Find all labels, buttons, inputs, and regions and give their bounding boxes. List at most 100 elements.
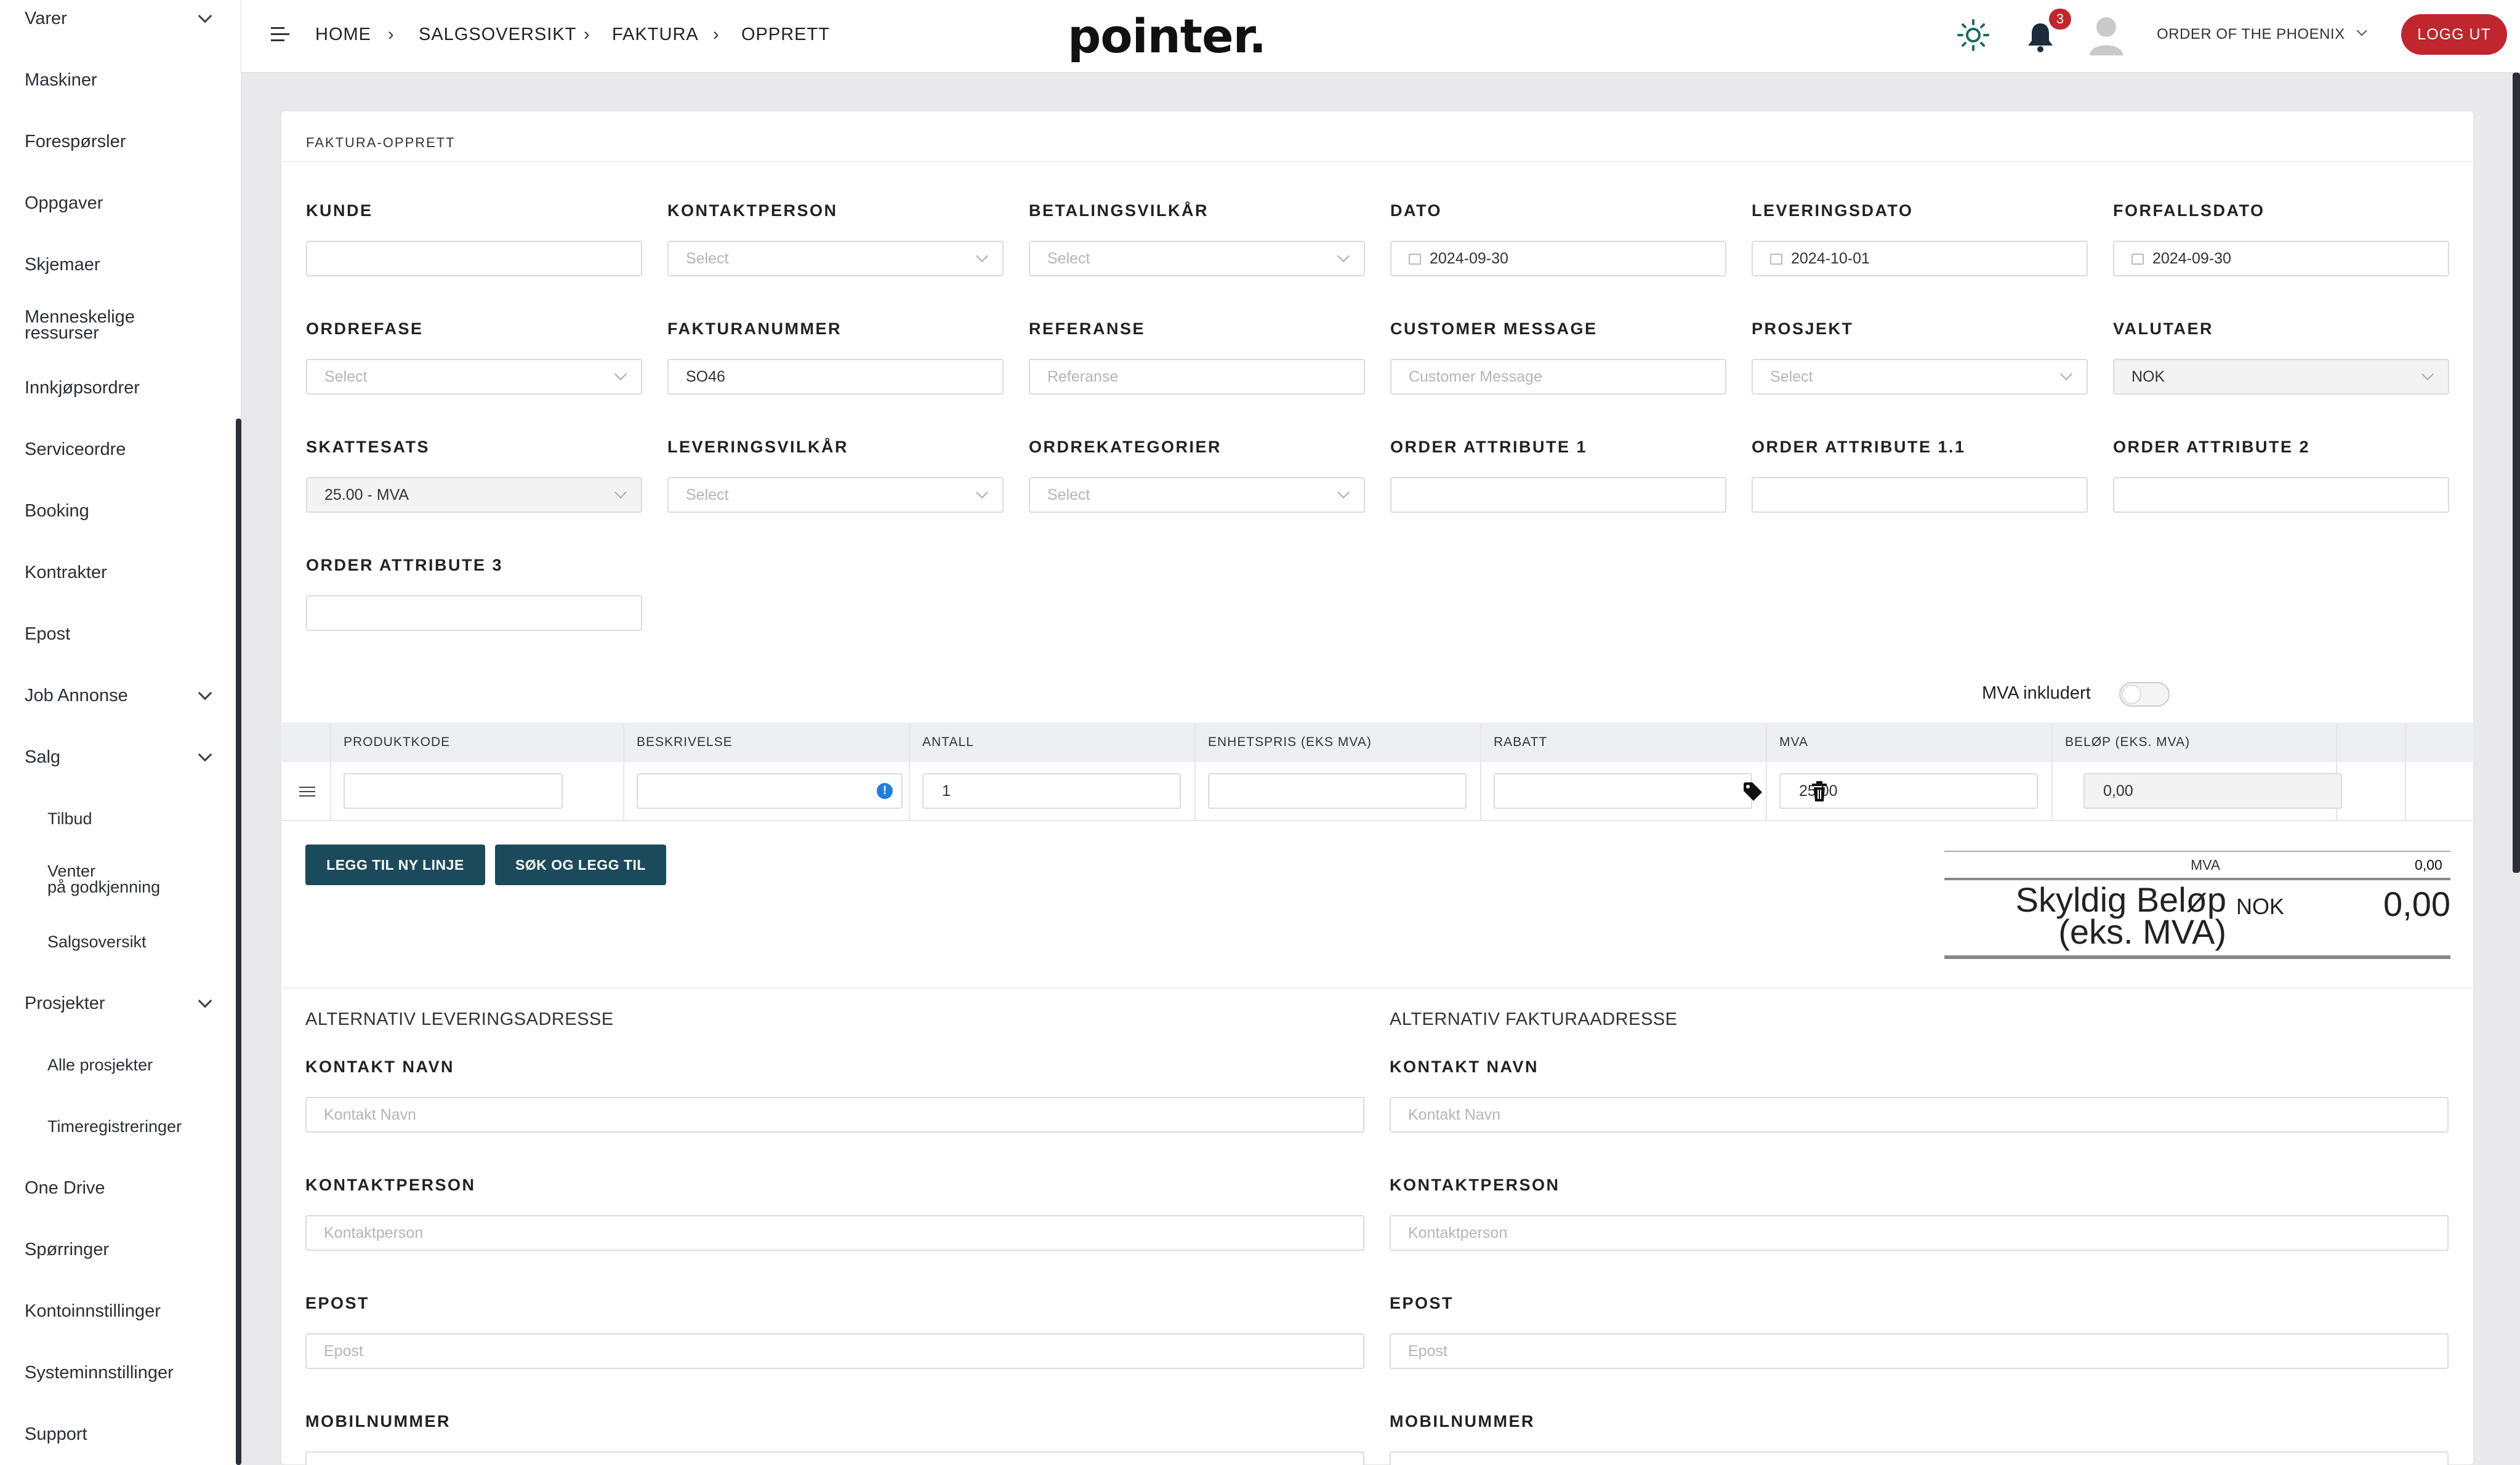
delivery-epost-field[interactable]: Epost	[305, 1333, 1364, 1369]
trash-icon[interactable]	[1811, 781, 1828, 803]
sidebar-item-innkjopsordrer[interactable]: Innkjøpsordrer	[25, 379, 210, 397]
beskrivelse-input[interactable]: !	[637, 773, 903, 809]
page-scrollbar[interactable]	[2513, 73, 2520, 873]
rabatt-input[interactable]	[1494, 773, 1752, 809]
sidebar-item-prosjekter[interactable]: Prosjekter	[25, 993, 212, 1013]
delivery-address-title: ALTERNATIV LEVERINGSADRESSE	[305, 1009, 614, 1029]
sidebar-item-one-drive[interactable]: One Drive	[25, 1179, 210, 1197]
sidebar-item-label: Spørringer	[25, 1240, 109, 1259]
add-line-button[interactable]: LEGG TIL NY LINJE	[305, 845, 485, 885]
due-amount-value: 0,00	[2383, 885, 2450, 923]
invoice-mobilnummer-field[interactable]	[1390, 1451, 2449, 1465]
theme-sun-icon[interactable]	[1957, 18, 1990, 52]
avatar[interactable]	[2087, 14, 2125, 57]
breadcrumb-separator: ›	[713, 25, 719, 44]
sidebar-item-label: Salgsoversikt	[47, 933, 147, 951]
notification-bell-icon[interactable]	[2026, 21, 2055, 53]
sidebar-item-label: One Drive	[25, 1178, 105, 1198]
sidebar-item-oppgaver[interactable]: Oppgaver	[25, 195, 210, 212]
sidebar-item-label: Systeminnstillinger	[25, 1363, 174, 1383]
due-label-line2: (eks. MVA)	[2058, 912, 2226, 951]
sidebar-item-timeregistreringer[interactable]: Timeregistreringer	[47, 1118, 210, 1135]
sidebar-item-sporringer[interactable]: Spørringer	[25, 1240, 210, 1259]
logo: pointer.	[1068, 9, 1266, 63]
sidebar-item-label: Support	[25, 1424, 87, 1444]
breadcrumb-separator: ›	[584, 25, 590, 44]
sidebar-item-foresporsler[interactable]: Forespørsler	[25, 132, 210, 151]
sidebar-item-salg[interactable]: Salg	[25, 747, 212, 767]
sidebar-item-serviceordre[interactable]: Serviceordre	[25, 441, 210, 459]
sidebar-scrollbar[interactable]	[236, 419, 241, 1465]
belop-input: 0,00	[2083, 773, 2342, 809]
sidebar-item-label: Maskiner	[25, 70, 97, 90]
delivery-kontaktperson-label: KONTAKTPERSON	[305, 1176, 476, 1194]
sidebar-item-salgsoversikt[interactable]: Salgsoversikt	[47, 933, 210, 950]
sidebar-item-skjemaer[interactable]: Skjemaer	[25, 255, 210, 275]
sidebar-item-label: ressurser	[25, 323, 99, 343]
breadcrumb-home[interactable]: HOME	[315, 25, 371, 45]
delivery-kontakt-navn-field[interactable]: Kontakt Navn	[305, 1097, 1364, 1133]
sidebar-item-label: Salg	[25, 747, 61, 767]
produktkode-input[interactable]	[344, 773, 563, 809]
delivery-kontaktperson-placeholder: Kontaktperson	[324, 1224, 424, 1242]
tag-icon[interactable]	[1742, 781, 1764, 803]
delivery-mobilnummer-field[interactable]	[305, 1451, 1364, 1465]
column-divider	[1480, 723, 1481, 821]
invoice-kontaktperson-placeholder: Kontaktperson	[1408, 1224, 1508, 1242]
toggle-knob	[2122, 684, 2141, 704]
sidebar-item-venter[interactable]: Venter på godkjenning	[47, 862, 210, 896]
drag-handle-icon[interactable]	[299, 785, 315, 799]
sidebar: Varer Maskiner Forespørsler Oppgaver Skj…	[0, 0, 241, 1465]
sidebar-item-alle-prosjekter[interactable]: Alle prosjekter	[47, 1056, 210, 1074]
sidebar-item-label: Timeregistreringer	[47, 1117, 182, 1136]
breadcrumb-salgsoversikt[interactable]: SALGSOVERSIKT	[419, 25, 576, 45]
invoice-mobilnummer-label: MOBILNUMMER	[1390, 1412, 1535, 1431]
info-icon[interactable]: !	[877, 783, 893, 799]
delivery-mobilnummer-label: MOBILNUMMER	[305, 1412, 451, 1431]
delivery-kontaktperson-field[interactable]: Kontaktperson	[305, 1215, 1364, 1251]
sidebar-item-job-annonse[interactable]: Job Annonse	[25, 686, 212, 705]
collapse-menu-icon[interactable]	[271, 27, 289, 42]
sidebar-item-kontoinnstillinger[interactable]: Kontoinnstillinger	[25, 1302, 210, 1320]
search-add-button[interactable]: SØK OG LEGG TIL	[495, 845, 666, 885]
col-antall: ANTALL	[922, 735, 974, 749]
column-divider	[1766, 723, 1767, 821]
sidebar-item-label: Prosjekter	[25, 993, 105, 1013]
sidebar-item-tilbud[interactable]: Tilbud	[47, 810, 210, 827]
breadcrumb-faktura[interactable]: FAKTURA	[612, 25, 699, 45]
invoice-kontakt-navn-field[interactable]: Kontakt Navn	[1390, 1097, 2449, 1133]
organization-selector[interactable]: ORDER OF THE PHOENIX	[2157, 26, 2345, 43]
sidebar-item-label: Alle prosjekter	[47, 1056, 153, 1074]
col-produktkode: PRODUKTKODE	[344, 735, 451, 749]
sidebar-item-booking[interactable]: Booking	[25, 502, 210, 520]
invoice-epost-field[interactable]: Epost	[1390, 1333, 2449, 1369]
notification-count-badge: 3	[2049, 9, 2071, 30]
column-divider	[623, 723, 624, 821]
sidebar-item-varer[interactable]: Varer	[25, 9, 212, 28]
sidebar-item-kontrakter[interactable]: Kontrakter	[25, 563, 210, 582]
sidebar-item-label: Skjemaer	[25, 255, 100, 275]
sidebar-item-label: Booking	[25, 501, 89, 521]
sidebar-item-maskiner[interactable]: Maskiner	[25, 71, 210, 89]
antall-value: 1	[942, 782, 951, 800]
sidebar-item-epost[interactable]: Epost	[25, 625, 210, 643]
due-currency: NOK	[2236, 894, 2285, 919]
enhetspris-input[interactable]	[1208, 773, 1467, 809]
sidebar-item-systeminnstillinger[interactable]: Systeminnstillinger	[25, 1363, 210, 1383]
sidebar-item-label: Venter	[47, 862, 96, 880]
mva-inkludert-label: MVA inkludert	[1982, 683, 2091, 703]
sidebar-item-label: Varer	[25, 9, 67, 28]
sidebar-item-label: Kontrakter	[25, 563, 107, 582]
sidebar-item-menneskelige-ressurser[interactable]: Menneskelige ressurser	[25, 308, 210, 343]
antall-input[interactable]: 1	[922, 773, 1181, 809]
invoice-kontaktperson-field[interactable]: Kontaktperson	[1390, 1215, 2449, 1251]
invoice-epost-label: EPOST	[1390, 1294, 1454, 1312]
sidebar-item-support[interactable]: Support	[25, 1426, 210, 1443]
sidebar-item-label: Forespørsler	[25, 132, 126, 151]
totals-bottom-line	[1944, 955, 2450, 959]
logout-button[interactable]: LOGG UT	[2401, 14, 2507, 55]
column-divider	[1194, 723, 1196, 821]
sidebar-item-label: Tilbud	[47, 809, 92, 828]
delivery-kontakt-navn-label: KONTAKT NAVN	[305, 1058, 454, 1076]
invoice-kontaktperson-label: KONTAKTPERSON	[1390, 1176, 1560, 1194]
